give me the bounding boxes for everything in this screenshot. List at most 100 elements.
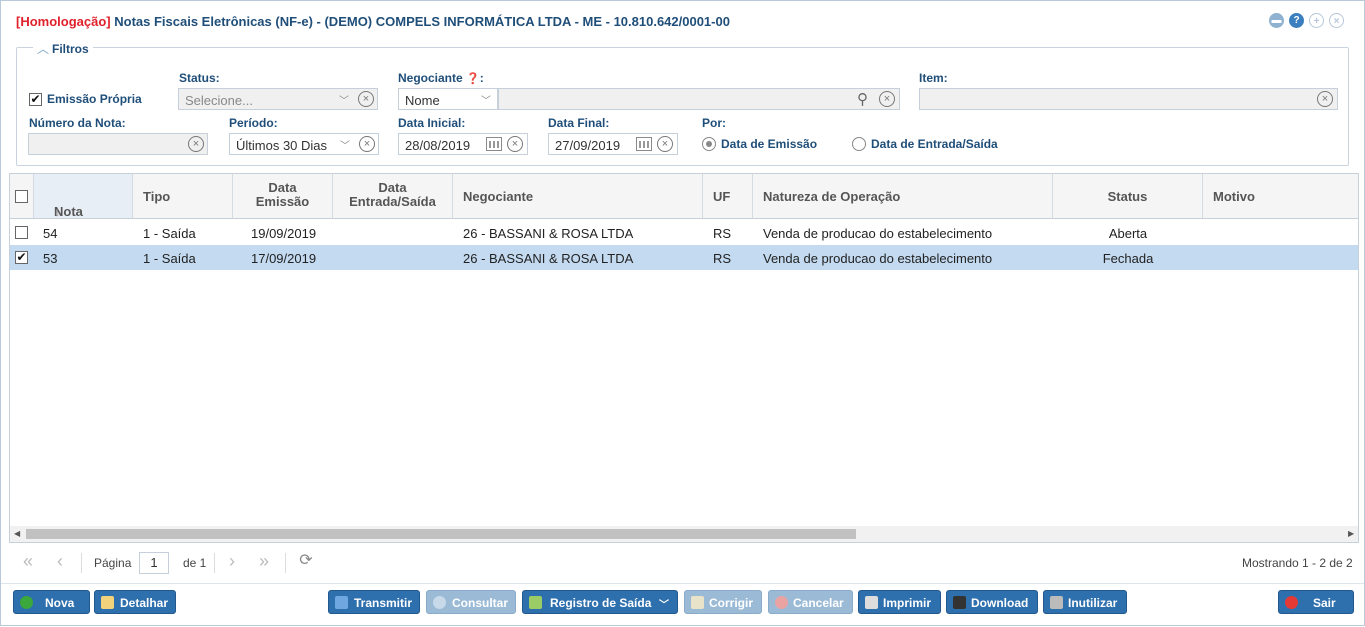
cancelar-button[interactable]: Cancelar: [768, 590, 853, 614]
radio-data-entrada-label[interactable]: Data de Entrada/Saída: [871, 137, 998, 151]
header-data-emissao[interactable]: Data Emissão: [233, 174, 333, 218]
clear-icon[interactable]: ×: [879, 91, 895, 107]
chevron-down-icon[interactable]: ﹀: [339, 92, 349, 107]
refresh-icon[interactable]: ⟳: [295, 551, 317, 573]
header-motivo[interactable]: Motivo: [1203, 174, 1358, 218]
filters-legend[interactable]: ︿ Filtros: [33, 40, 93, 57]
first-page-icon[interactable]: «: [17, 551, 39, 573]
item-input[interactable]: ×: [919, 88, 1338, 110]
status-select[interactable]: Selecione... ﹀ ×: [178, 88, 378, 110]
help-icon[interactable]: ❓: [466, 73, 480, 85]
header-nota[interactable]: Nota ↓: [34, 174, 133, 219]
cancel-icon: [775, 596, 788, 609]
clear-icon[interactable]: ×: [188, 136, 204, 152]
action-toolbar: Nova Detalhar Transmitir Consultar Regis…: [1, 583, 1364, 627]
exit-icon: [1285, 596, 1298, 609]
scrollbar-thumb[interactable]: [26, 529, 856, 539]
clear-icon[interactable]: ×: [1317, 91, 1333, 107]
radio-data-emissao-label[interactable]: Data de Emissão: [721, 137, 817, 151]
periodo-label: Período:: [229, 116, 278, 130]
close-icon[interactable]: ×: [1329, 13, 1344, 28]
page-input[interactable]: 1: [139, 552, 169, 574]
showing-count: Mostrando 1 - 2 de 2: [1242, 556, 1353, 570]
header-status[interactable]: Status: [1053, 174, 1203, 218]
clear-icon[interactable]: ×: [358, 91, 374, 107]
search-icon[interactable]: ⚲: [857, 90, 868, 108]
negociante-label: Negociante ❓:: [398, 71, 484, 85]
pagination-bar: « ‹ Página 1 de 1 › » ⟳ Mostrando 1 - 2 …: [9, 545, 1359, 579]
data-inicial-label: Data Inicial:: [398, 116, 466, 130]
header-tipo[interactable]: Tipo: [133, 174, 233, 218]
imprimir-button[interactable]: Imprimir: [858, 590, 941, 614]
minimize-icon[interactable]: ▬: [1269, 13, 1284, 28]
detalhar-button[interactable]: Detalhar: [94, 590, 176, 614]
inutilizar-button[interactable]: Inutilizar: [1043, 590, 1127, 614]
emissao-propria-label: Emissão Própria: [47, 92, 142, 106]
calendar-icon[interactable]: [636, 137, 652, 151]
data-final-input[interactable]: 27/09/2019 ×: [548, 133, 678, 155]
clear-icon[interactable]: ×: [507, 136, 523, 152]
filters-panel: ︿ Filtros ✔ Emissão Própria Status: Selec…: [16, 40, 1349, 166]
page-label: Página: [94, 556, 132, 570]
trash-icon: [1050, 596, 1063, 609]
transmit-icon: [335, 596, 348, 609]
next-page-icon[interactable]: ›: [221, 551, 243, 573]
nfe-grid: Nota ↓ Tipo Data Emissão Data Entrada/Sa…: [9, 173, 1359, 543]
row-checkbox[interactable]: ✔: [15, 251, 28, 264]
data-inicial-input[interactable]: 28/08/2019 ×: [398, 133, 528, 155]
scroll-left-icon[interactable]: ◀: [14, 529, 20, 538]
header-data-entrada[interactable]: Data Entrada/Saída: [333, 174, 453, 218]
chevron-down-icon[interactable]: ﹀: [340, 137, 350, 152]
help-icon[interactable]: ?: [1289, 13, 1304, 28]
header-negociante[interactable]: Negociante: [453, 174, 703, 218]
separator: [285, 553, 286, 573]
header-uf[interactable]: UF: [703, 174, 753, 218]
consultar-button[interactable]: Consultar: [426, 590, 516, 614]
title-bar: [Homologação] Notas Fiscais Eletrônicas …: [1, 1, 1364, 39]
select-all-checkbox[interactable]: [15, 190, 28, 203]
data-final-label: Data Final:: [548, 116, 610, 130]
emissao-propria-checkbox[interactable]: ✔: [29, 93, 42, 106]
clear-icon[interactable]: ×: [359, 136, 375, 152]
grid-header: Nota ↓ Tipo Data Emissão Data Entrada/Sa…: [10, 174, 1358, 219]
periodo-select[interactable]: Últimos 30 Dias ﹀ ×: [229, 133, 379, 155]
truck-icon: [529, 596, 542, 609]
last-page-icon[interactable]: »: [253, 551, 275, 573]
status-label: Status:: [179, 71, 220, 85]
numero-nota-input[interactable]: ×: [28, 133, 208, 155]
correct-icon: [691, 596, 704, 609]
chevron-up-icon: ︿: [37, 42, 50, 56]
sort-down-icon: ↓: [54, 204, 61, 219]
nova-button[interactable]: Nova: [13, 590, 90, 614]
chevron-down-icon: ﹀: [659, 600, 669, 611]
prev-page-icon[interactable]: ‹: [49, 551, 71, 573]
table-row[interactable]: 54 1 - Saída 19/09/2019 26 - BASSANI & R…: [10, 220, 1358, 245]
clear-icon[interactable]: ×: [657, 136, 673, 152]
negociante-type-select[interactable]: Nome ﹀: [398, 88, 498, 110]
sair-button[interactable]: Sair: [1278, 590, 1354, 614]
maximize-icon[interactable]: +: [1309, 13, 1324, 28]
table-row[interactable]: ✔ 53 1 - Saída 17/09/2019 26 - BASSANI &…: [10, 245, 1358, 270]
scroll-right-icon[interactable]: ▶: [1348, 529, 1354, 538]
window-title: [Homologação] Notas Fiscais Eletrônicas …: [16, 14, 730, 29]
separator: [214, 553, 215, 573]
edit-icon: [101, 596, 114, 609]
download-icon: [953, 596, 966, 609]
row-checkbox[interactable]: [15, 226, 28, 239]
por-label: Por:: [702, 116, 726, 130]
radio-data-entrada[interactable]: [852, 137, 866, 151]
header-natureza[interactable]: Natureza de Operação: [753, 174, 1053, 218]
nfe-window: [Homologação] Notas Fiscais Eletrônicas …: [0, 0, 1365, 626]
corrigir-button[interactable]: Corrigir: [684, 590, 762, 614]
item-label: Item:: [919, 71, 948, 85]
calendar-icon[interactable]: [486, 137, 502, 151]
transmitir-button[interactable]: Transmitir: [328, 590, 420, 614]
radio-data-emissao[interactable]: [702, 137, 716, 151]
negociante-input[interactable]: ⚲ ×: [498, 88, 900, 110]
printer-icon: [865, 596, 878, 609]
horizontal-scrollbar[interactable]: ◀ ▶: [10, 526, 1358, 542]
chevron-down-icon[interactable]: ﹀: [481, 92, 491, 107]
registro-saida-button[interactable]: Registro de Saída ﹀: [522, 590, 678, 614]
window-controls: ▬ ? + ×: [1269, 13, 1344, 28]
download-button[interactable]: Download: [946, 590, 1038, 614]
